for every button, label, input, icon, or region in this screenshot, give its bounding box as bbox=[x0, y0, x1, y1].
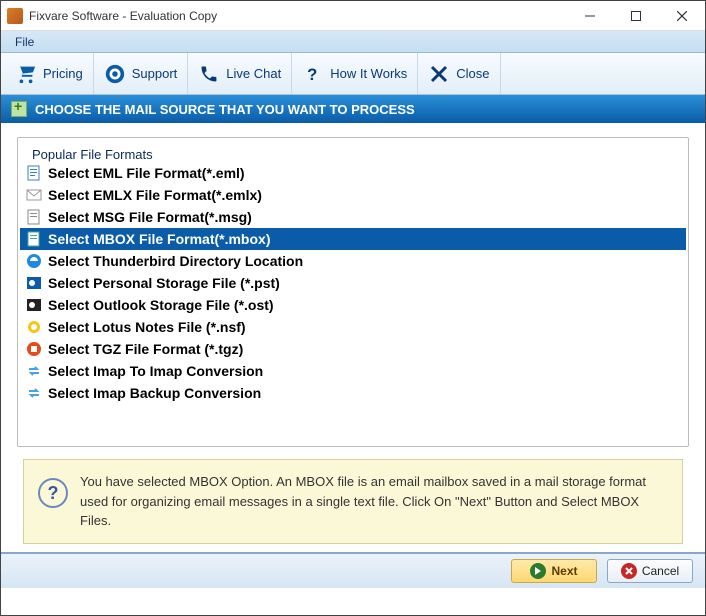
format-label: Select EMLX File Format(*.emlx) bbox=[48, 187, 262, 203]
format-item-msg[interactable]: Select MSG File Format(*.msg) bbox=[20, 206, 686, 228]
toolbar-label: Pricing bbox=[43, 66, 83, 81]
format-item-ost[interactable]: Select Outlook Storage File (*.ost) bbox=[20, 294, 686, 316]
formats-fieldset: Popular File Formats Select EML File For… bbox=[17, 137, 689, 447]
backup-icon bbox=[26, 385, 42, 401]
toolbar-label: How It Works bbox=[330, 66, 407, 81]
app-icon bbox=[7, 8, 23, 24]
format-item-eml[interactable]: Select EML File Format(*.eml) bbox=[20, 162, 686, 184]
window-controls bbox=[567, 1, 705, 31]
toolbar-label: Live Chat bbox=[226, 66, 281, 81]
format-label: Select EML File Format(*.eml) bbox=[48, 165, 245, 181]
format-item-imap-to-imap[interactable]: Select Imap To Imap Conversion bbox=[20, 360, 686, 382]
format-label: Select Imap To Imap Conversion bbox=[48, 363, 263, 379]
envelope-icon bbox=[26, 187, 42, 203]
archive-icon bbox=[26, 341, 42, 357]
format-item-tgz[interactable]: Select TGZ File Format (*.tgz) bbox=[20, 338, 686, 360]
svg-text:?: ? bbox=[307, 64, 317, 83]
phone-icon bbox=[198, 63, 220, 85]
format-item-imap-backup[interactable]: Select Imap Backup Conversion bbox=[20, 382, 686, 404]
format-item-emlx[interactable]: Select EMLX File Format(*.emlx) bbox=[20, 184, 686, 206]
info-icon: ? bbox=[38, 478, 68, 508]
toolbar-label: Close bbox=[456, 66, 489, 81]
format-item-mbox[interactable]: Select MBOX File Format(*.mbox) bbox=[20, 228, 686, 250]
thunderbird-icon bbox=[26, 253, 42, 269]
toolbar-close-button[interactable]: Close bbox=[418, 53, 500, 94]
format-label: Select Thunderbird Directory Location bbox=[48, 253, 303, 269]
toolbar-pricing-button[interactable]: Pricing bbox=[5, 53, 94, 94]
info-text: You have selected MBOX Option. An MBOX f… bbox=[80, 472, 668, 531]
footer: Next Cancel bbox=[1, 552, 705, 588]
file-icon bbox=[26, 209, 42, 225]
minimize-button[interactable] bbox=[567, 1, 613, 31]
next-button[interactable]: Next bbox=[511, 559, 597, 583]
section-header: CHOOSE THE MAIL SOURCE THAT YOU WANT TO … bbox=[1, 95, 705, 123]
section-title: CHOOSE THE MAIL SOURCE THAT YOU WANT TO … bbox=[35, 102, 415, 117]
format-label: Select TGZ File Format (*.tgz) bbox=[48, 341, 243, 357]
add-page-icon bbox=[11, 101, 27, 117]
sync-icon bbox=[26, 363, 42, 379]
toolbar: Pricing Support Live Chat ? How It Works… bbox=[1, 53, 705, 95]
info-panel: ? You have selected MBOX Option. An MBOX… bbox=[23, 459, 683, 544]
content-area: Popular File Formats Select EML File For… bbox=[1, 123, 705, 455]
outlook-icon bbox=[26, 275, 42, 291]
toolbar-howitworks-button[interactable]: ? How It Works bbox=[292, 53, 418, 94]
formats-legend: Popular File Formats bbox=[28, 147, 157, 162]
file-icon bbox=[26, 231, 42, 247]
window-title: Fixvare Software - Evaluation Copy bbox=[29, 9, 567, 23]
cart-icon bbox=[15, 63, 37, 85]
cancel-button[interactable]: Cancel bbox=[607, 559, 693, 583]
format-label: Select Outlook Storage File (*.ost) bbox=[48, 297, 274, 313]
format-label: Select MSG File Format(*.msg) bbox=[48, 209, 252, 225]
toolbar-livechat-button[interactable]: Live Chat bbox=[188, 53, 292, 94]
button-label: Cancel bbox=[642, 564, 679, 578]
file-icon bbox=[26, 165, 42, 181]
format-item-thunderbird[interactable]: Select Thunderbird Directory Location bbox=[20, 250, 686, 272]
headset-icon bbox=[104, 63, 126, 85]
titlebar: Fixvare Software - Evaluation Copy bbox=[1, 1, 705, 31]
format-item-nsf[interactable]: Select Lotus Notes File (*.nsf) bbox=[20, 316, 686, 338]
format-label: Select Personal Storage File (*.pst) bbox=[48, 275, 280, 291]
toolbar-support-button[interactable]: Support bbox=[94, 53, 189, 94]
outlook-dark-icon bbox=[26, 297, 42, 313]
format-item-pst[interactable]: Select Personal Storage File (*.pst) bbox=[20, 272, 686, 294]
format-label: Select Imap Backup Conversion bbox=[48, 385, 261, 401]
toolbar-label: Support bbox=[132, 66, 178, 81]
menubar: File bbox=[1, 31, 705, 53]
button-label: Next bbox=[551, 564, 577, 578]
arrow-right-icon bbox=[530, 563, 546, 579]
format-label: Select Lotus Notes File (*.nsf) bbox=[48, 319, 246, 335]
close-window-button[interactable] bbox=[659, 1, 705, 31]
lotus-icon bbox=[26, 319, 42, 335]
maximize-button[interactable] bbox=[613, 1, 659, 31]
menu-file[interactable]: File bbox=[7, 33, 42, 51]
close-icon bbox=[428, 63, 450, 85]
cancel-icon bbox=[621, 563, 637, 579]
question-icon: ? bbox=[302, 63, 324, 85]
format-label: Select MBOX File Format(*.mbox) bbox=[48, 231, 270, 247]
